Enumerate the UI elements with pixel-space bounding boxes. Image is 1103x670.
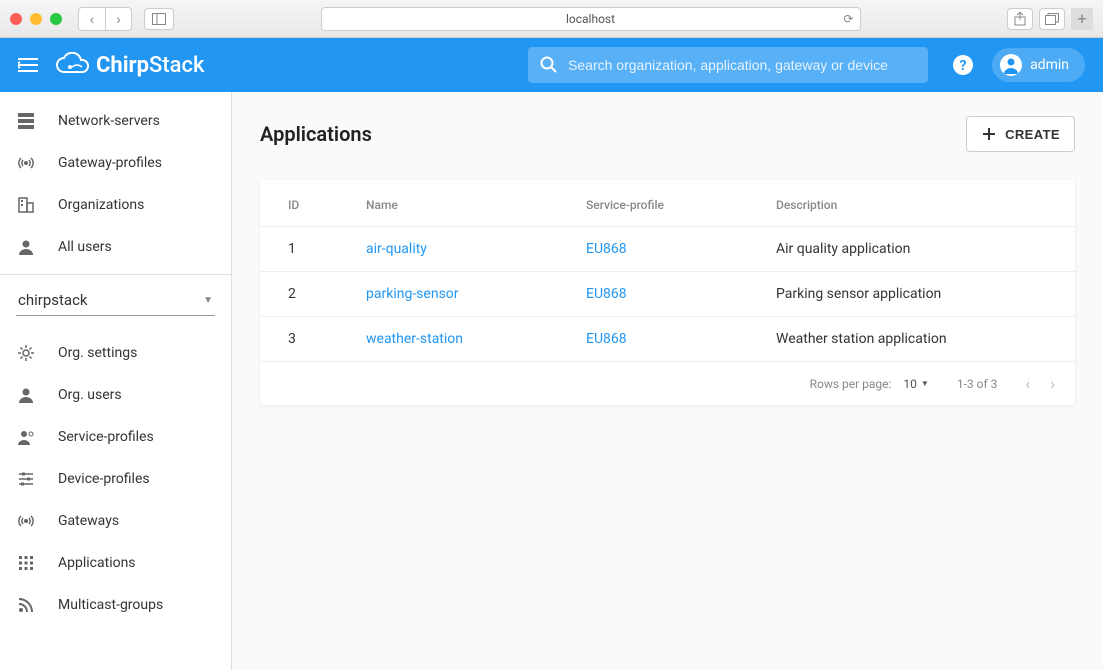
apps-icon — [16, 554, 36, 572]
cell-id: 1 — [260, 227, 350, 272]
address-bar[interactable]: localhost ⟳ — [321, 7, 861, 31]
sidebar-item-organizations[interactable]: Organizations — [0, 184, 231, 226]
new-tab-button[interactable]: + — [1071, 8, 1093, 30]
help-icon[interactable]: ? — [952, 54, 974, 76]
person-icon — [16, 386, 36, 404]
antenna-icon — [16, 154, 36, 172]
sidebar-item-all-users[interactable]: All users — [0, 226, 231, 268]
close-window-icon[interactable] — [10, 13, 22, 25]
building-icon — [16, 196, 36, 214]
gear-icon — [16, 344, 36, 362]
avatar-icon — [1000, 54, 1022, 76]
cell-id: 3 — [260, 317, 350, 362]
sidebar-item-gateways[interactable]: Gateways — [0, 500, 231, 542]
sidebar-item-label: Multicast-groups — [58, 597, 163, 613]
sidebar: Network-servers Gateway-profiles Organiz… — [0, 92, 232, 670]
window-controls — [10, 13, 62, 25]
sidebar-item-label: Service-profiles — [58, 429, 154, 445]
create-button-label: CREATE — [1005, 127, 1060, 142]
table-row: 1 air-quality EU868 Air quality applicat… — [260, 227, 1075, 272]
search-box[interactable] — [528, 47, 928, 83]
reload-icon[interactable]: ⟳ — [843, 12, 853, 26]
col-header-description: Description — [760, 180, 1075, 227]
sidebar-item-org-settings[interactable]: Org. settings — [0, 332, 231, 374]
brand-name: ChirpStack — [96, 53, 204, 78]
antenna-icon — [16, 512, 36, 530]
sliders-icon — [16, 470, 36, 488]
user-name: admin — [1030, 57, 1069, 73]
maximize-window-icon[interactable] — [50, 13, 62, 25]
create-button[interactable]: CREATE — [966, 116, 1075, 152]
plus-icon — [981, 126, 997, 142]
sidebar-item-label: Network-servers — [58, 113, 160, 129]
table-row: 2 parking-sensor EU868 Parking sensor ap… — [260, 272, 1075, 317]
cell-id: 2 — [260, 272, 350, 317]
sidebar-item-label: Applications — [58, 555, 136, 571]
applications-table-card: ID Name Service-profile Description 1 ai… — [260, 180, 1075, 405]
page-title: Applications — [260, 122, 372, 146]
sidebar-item-network-servers[interactable]: Network-servers — [0, 100, 231, 142]
sidebar-item-applications[interactable]: Applications — [0, 542, 231, 584]
sidebar-item-label: Gateways — [58, 513, 119, 529]
sidebar-item-label: Org. settings — [58, 345, 137, 361]
org-selector[interactable]: chirpstack ▼ — [0, 274, 231, 320]
address-url: localhost — [566, 12, 615, 26]
person-gear-icon — [16, 428, 36, 446]
sidebar-item-label: Org. users — [58, 387, 122, 403]
back-button[interactable]: ‹ — [79, 8, 105, 30]
cell-description: Parking sensor application — [760, 272, 1075, 317]
person-icon — [16, 238, 36, 256]
sidebar-item-device-profiles[interactable]: Device-profiles — [0, 458, 231, 500]
table-row: 3 weather-station EU868 Weather station … — [260, 317, 1075, 362]
dns-icon — [16, 112, 36, 130]
service-profile-link[interactable]: EU868 — [586, 331, 627, 347]
nav-buttons: ‹ › — [78, 7, 132, 31]
sidebar-item-multicast-groups[interactable]: Multicast-groups — [0, 584, 231, 626]
application-name-link[interactable]: parking-sensor — [366, 286, 459, 302]
rss-icon — [16, 596, 36, 614]
svg-text:?: ? — [960, 58, 967, 74]
cell-description: Air quality application — [760, 227, 1075, 272]
app-header: ChirpStack ? admin — [0, 38, 1103, 92]
rows-per-page-select[interactable]: 10 ▼ — [903, 377, 928, 391]
col-header-id: ID — [260, 180, 350, 227]
forward-button[interactable]: › — [105, 8, 131, 30]
col-header-name: Name — [350, 180, 570, 227]
rows-per-page-label: Rows per page: — [810, 377, 892, 391]
minimize-window-icon[interactable] — [30, 13, 42, 25]
sidebar-item-org-users[interactable]: Org. users — [0, 374, 231, 416]
org-selected-value: chirpstack — [18, 291, 88, 309]
application-name-link[interactable]: weather-station — [366, 331, 463, 347]
brand-logo[interactable]: ChirpStack — [56, 52, 204, 78]
next-page-button[interactable]: › — [1050, 374, 1055, 393]
search-input[interactable] — [568, 57, 916, 73]
sidebar-item-gateway-profiles[interactable]: Gateway-profiles — [0, 142, 231, 184]
sidebar-item-label: All users — [58, 239, 112, 255]
cloud-icon — [56, 52, 90, 78]
main-content: Applications CREATE ID Name Service-prof… — [232, 92, 1103, 670]
user-menu[interactable]: admin — [992, 48, 1085, 82]
menu-icon[interactable] — [18, 58, 38, 72]
applications-table: ID Name Service-profile Description 1 ai… — [260, 180, 1075, 361]
sidebar-item-label: Gateway-profiles — [58, 155, 162, 171]
chevron-down-icon: ▼ — [203, 295, 213, 306]
rows-per-page-value: 10 — [903, 377, 917, 391]
chevron-down-icon: ▼ — [921, 379, 929, 388]
pagination-range: 1-3 of 3 — [957, 377, 998, 391]
sidebar-item-service-profiles[interactable]: Service-profiles — [0, 416, 231, 458]
service-profile-link[interactable]: EU868 — [586, 241, 627, 257]
share-button[interactable] — [1007, 8, 1033, 30]
sidebar-item-label: Organizations — [58, 197, 144, 213]
prev-page-button[interactable]: ‹ — [1025, 374, 1030, 393]
application-name-link[interactable]: air-quality — [366, 241, 427, 257]
sidebar-toggle-button[interactable] — [144, 8, 174, 30]
browser-chrome: ‹ › localhost ⟳ + — [0, 0, 1103, 38]
search-icon — [540, 56, 558, 74]
sidebar-item-label: Device-profiles — [58, 471, 150, 487]
cell-description: Weather station application — [760, 317, 1075, 362]
service-profile-link[interactable]: EU868 — [586, 286, 627, 302]
tabs-button[interactable] — [1039, 8, 1065, 30]
table-footer: Rows per page: 10 ▼ 1-3 of 3 ‹ › — [260, 361, 1075, 405]
col-header-service-profile: Service-profile — [570, 180, 760, 227]
